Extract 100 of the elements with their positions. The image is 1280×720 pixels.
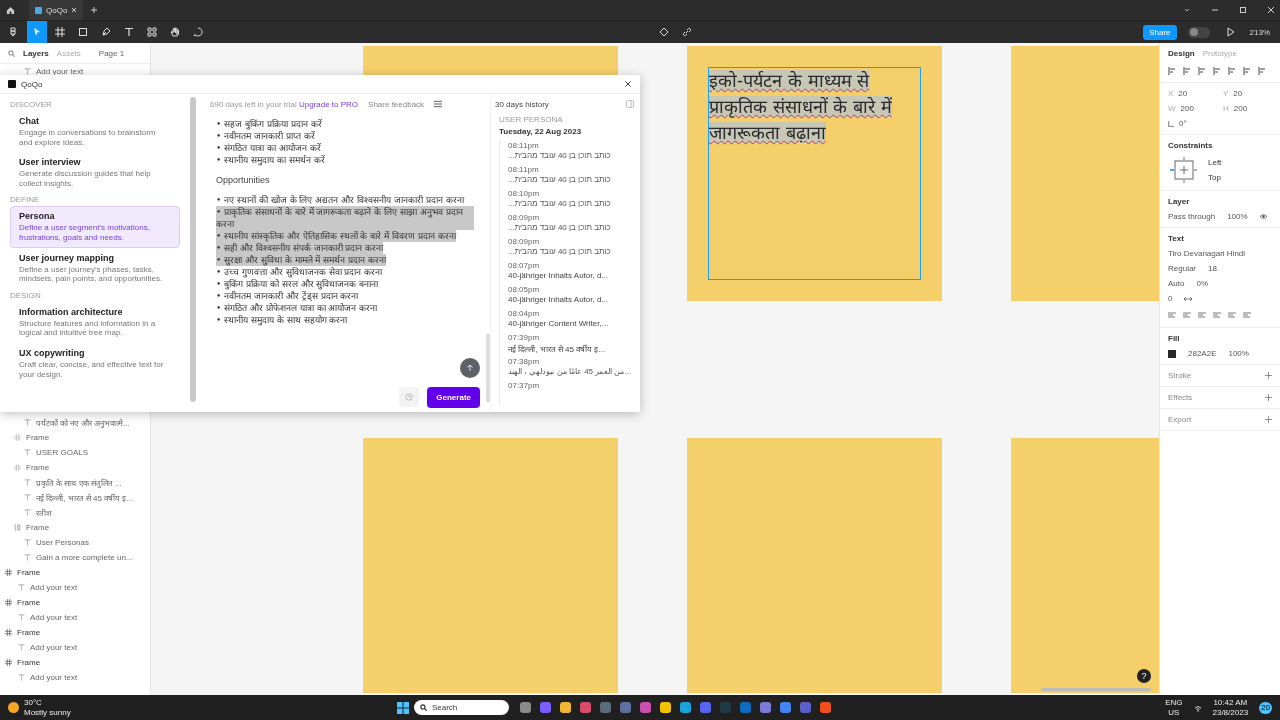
app-icon[interactable] xyxy=(819,702,831,713)
notification-badge[interactable]: 20 xyxy=(1259,701,1272,714)
line-height-field[interactable]: Auto xyxy=(1168,279,1185,288)
plus-icon[interactable] xyxy=(1265,394,1272,401)
number-field[interactable]: Y 20 xyxy=(1223,89,1272,98)
font-dropdown[interactable]: Tiro Devanagari Hindi xyxy=(1168,249,1272,258)
history-entry[interactable]: 08:04pm 40-jähriger Content Writer,... xyxy=(499,309,640,333)
eye-icon[interactable] xyxy=(1259,213,1267,220)
app-icon[interactable] xyxy=(519,702,531,713)
layer-row[interactable]: Add your text xyxy=(0,610,150,625)
search-field[interactable]: Search xyxy=(413,700,509,715)
layer-row[interactable]: Frame xyxy=(0,625,150,640)
wifi-icon[interactable] xyxy=(1193,703,1202,712)
opacity-field[interactable]: 100% xyxy=(1227,212,1248,221)
hand-icon[interactable] xyxy=(170,27,180,37)
square-icon[interactable] xyxy=(78,27,88,37)
number-field[interactable]: X 20 xyxy=(1168,89,1217,98)
pen-icon[interactable] xyxy=(101,27,111,37)
tool-card[interactable]: Persona Define a user segment's motivations, frustrations, goals and needs. xyxy=(10,206,180,248)
number-field[interactable]: H 200 xyxy=(1223,104,1272,113)
constraint-dropdown[interactable]: Left xyxy=(1208,158,1222,167)
tool-card[interactable]: User journey mapping Define a user journey's phases, tasks, mindsets, pain points, and opportunities. xyxy=(10,247,180,289)
layer-row[interactable]: Frame xyxy=(0,565,150,580)
align-icon[interactable] xyxy=(1168,67,1176,75)
hex-field[interactable]: 282A2E xyxy=(1188,349,1217,358)
maximize-icon[interactable] xyxy=(1240,7,1246,13)
clock-date[interactable]: 23/8/2023 xyxy=(1212,707,1249,718)
scrollbar[interactable] xyxy=(1041,688,1151,691)
region-text[interactable]: US xyxy=(1168,707,1180,718)
letter-spacing-field[interactable]: 0% xyxy=(1196,279,1209,288)
plus-icon[interactable] xyxy=(1265,372,1272,379)
paragraph-spacing-field[interactable]: 0 xyxy=(1168,294,1173,303)
file-tab[interactable]: QoQo xyxy=(29,0,84,20)
panel-tab[interactable]: Design xyxy=(1168,49,1195,58)
upgrade-link[interactable]: Upgrade to PRO xyxy=(298,99,359,109)
scrollbar[interactable] xyxy=(190,97,196,402)
layer-row[interactable]: Add your text xyxy=(0,64,150,79)
generate-button[interactable]: Generate xyxy=(427,386,480,408)
hash-icon[interactable] xyxy=(55,27,65,37)
cursor-icon[interactable] xyxy=(32,27,42,37)
menu-icon[interactable] xyxy=(9,27,19,37)
history-entry[interactable]: 07:37pm xyxy=(499,381,640,405)
app-icon[interactable] xyxy=(639,702,651,713)
close-icon[interactable] xyxy=(624,80,632,88)
rotation-field[interactable]: 0° xyxy=(1168,119,1217,128)
scroll-up-button[interactable] xyxy=(460,358,480,378)
page-selector[interactable]: Page 1 xyxy=(98,48,125,58)
comment-icon[interactable] xyxy=(193,27,203,37)
menu-icon[interactable] xyxy=(434,100,443,108)
component-icon[interactable] xyxy=(659,27,670,37)
number-field[interactable]: W 200 xyxy=(1168,104,1217,113)
text-resize-icon[interactable] xyxy=(1184,294,1193,303)
tool-card[interactable]: Chat Engage in conversations to brainstorm and explore ideas. xyxy=(10,111,180,153)
layer-row[interactable]: रतीश xyxy=(0,505,150,520)
layer-row[interactable]: Add your text xyxy=(0,580,150,595)
align-icon[interactable] xyxy=(1198,67,1206,75)
text-icon[interactable] xyxy=(124,27,134,37)
language-text[interactable]: ENG xyxy=(1165,697,1183,708)
blend-mode-dropdown[interactable]: Pass through xyxy=(1168,212,1216,221)
font-size-field[interactable]: 18 xyxy=(1208,264,1217,273)
app-icon[interactable] xyxy=(579,702,591,713)
weather-icon[interactable] xyxy=(8,702,19,713)
layer-row[interactable]: Frame xyxy=(0,430,150,445)
color-swatch[interactable] xyxy=(1168,349,1176,358)
app-icon[interactable] xyxy=(759,702,771,713)
canvas-frame[interactable]: इको-पर्यटन के माध्यम से प्राकृतिक संसाधनों के बारे में जागरूकता बढ़ाना xyxy=(687,46,942,301)
layer-row[interactable]: Add your text xyxy=(0,670,150,685)
scrollbar[interactable] xyxy=(486,334,490,402)
align-icon[interactable] xyxy=(1258,67,1266,75)
app-icon[interactable] xyxy=(679,702,691,713)
layer-row[interactable]: नई दिल्ली, भारत से 45 वर्षीय इ... xyxy=(0,490,150,505)
align-icon[interactable] xyxy=(1228,67,1236,75)
layer-row[interactable]: पर्यटकों को नए और अनुभवात्मे... xyxy=(0,415,150,430)
feedback-link[interactable]: Share feedback xyxy=(368,99,425,109)
align-icon[interactable] xyxy=(1213,67,1221,75)
windows-icon[interactable] xyxy=(396,701,409,714)
layer-row[interactable]: Add your text xyxy=(0,640,150,655)
sidebar-toggle-icon[interactable] xyxy=(626,100,634,108)
opacity-field[interactable]: 100% xyxy=(1228,349,1249,358)
layer-row[interactable]: Frame xyxy=(0,655,150,670)
dev-mode-toggle[interactable] xyxy=(1187,26,1210,38)
minimize-icon[interactable] xyxy=(1212,7,1218,13)
history-entry[interactable]: 07:39pm नई दिल्ली, भारत से 45 वर्षीय इ... xyxy=(499,333,640,357)
layer-row[interactable]: Frame xyxy=(0,460,150,475)
layer-row[interactable]: Frame xyxy=(0,520,150,535)
layer-row[interactable]: USER GOALS xyxy=(0,445,150,460)
layer-row[interactable]: User Personas xyxy=(0,535,150,550)
history-entry[interactable]: 08:07pm 40-jähriger Inhalts Autor, d... xyxy=(499,261,640,285)
align-icon[interactable] xyxy=(1243,67,1251,75)
layer-row[interactable]: Gain a more complete un... xyxy=(0,550,150,565)
home-icon[interactable] xyxy=(6,5,15,15)
grid-icon[interactable] xyxy=(147,27,157,37)
panel-tab[interactable]: Layers xyxy=(23,48,49,58)
tool-card[interactable]: Information architecture Structure features and information in a logical and intuitive tree map. xyxy=(10,301,180,343)
chevron-down-icon[interactable] xyxy=(1184,7,1190,13)
text-layer[interactable]: इको-पर्यटन के माध्यम से प्राकृतिक संसाधनों के बारे में जागरूकता बढ़ाना xyxy=(708,67,921,280)
app-icon[interactable] xyxy=(559,702,571,713)
tool-card[interactable]: User interview Generate discussion guides that help collect insights. xyxy=(10,152,180,194)
history-entry[interactable]: 08:05pm 40-jähriger Inhalts Autor, d... xyxy=(499,285,640,309)
plus-icon[interactable] xyxy=(1265,416,1272,423)
